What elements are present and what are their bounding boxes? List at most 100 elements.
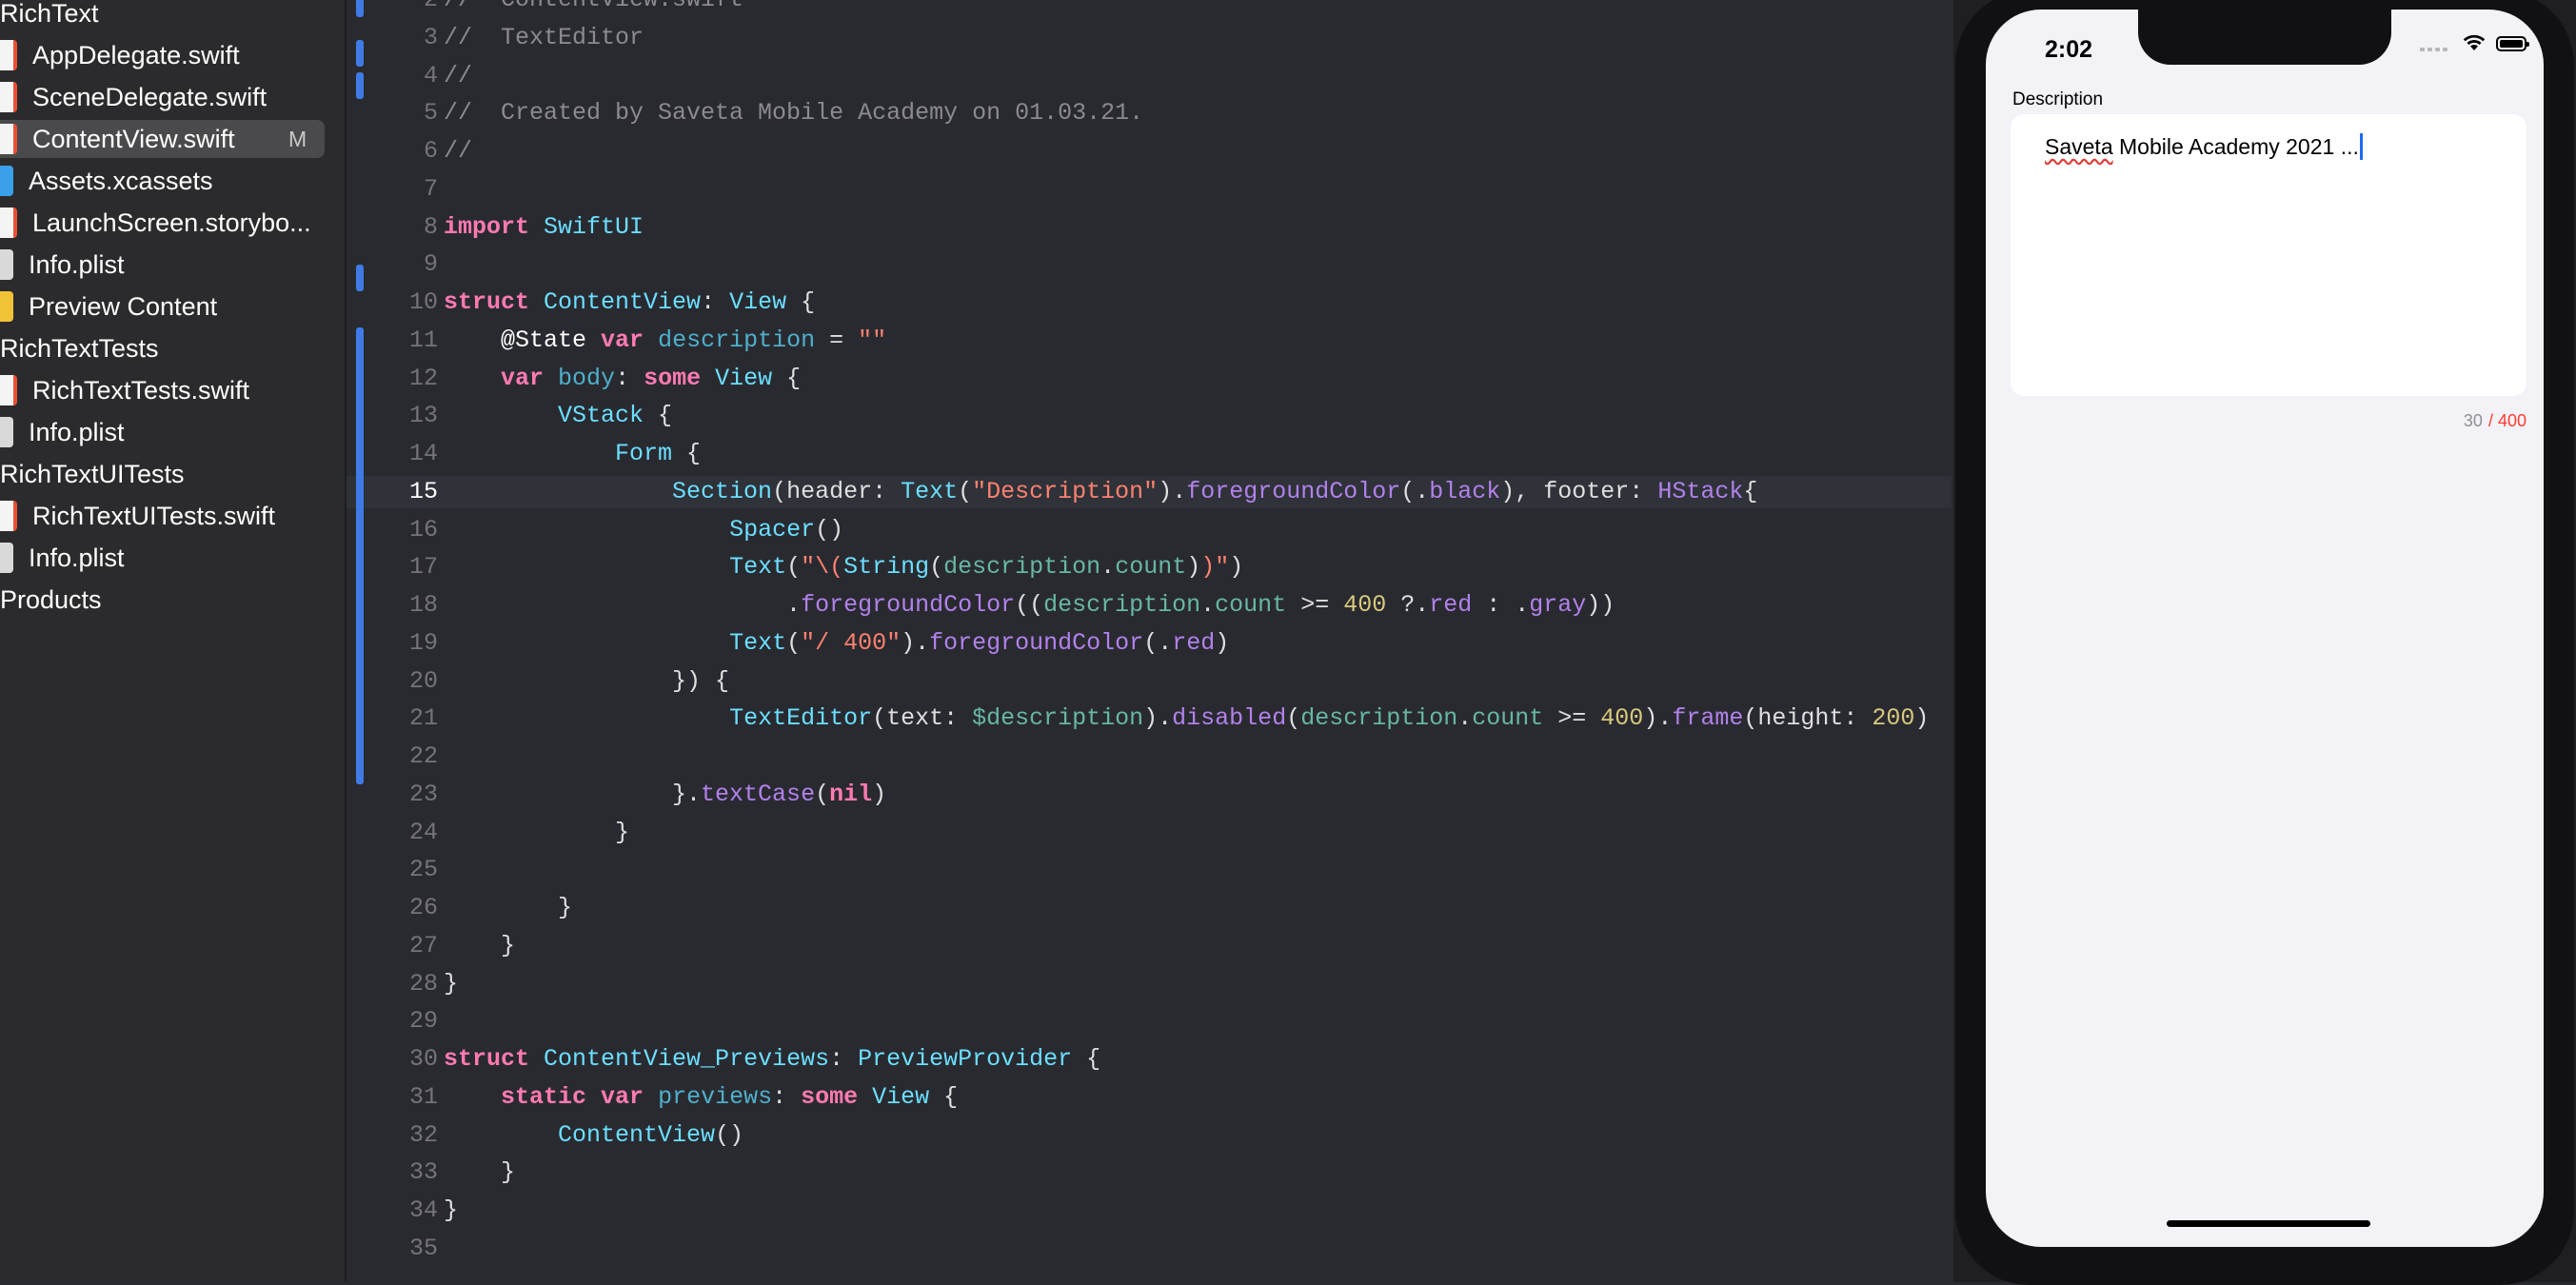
code-line[interactable]: 6// [347, 135, 1952, 168]
code-line[interactable]: 4// [347, 60, 1952, 92]
code-editor[interactable]: 2// ContentView.swift 3// TextEditor 4// 5/… [347, 0, 1952, 1282]
sidebar-item[interactable]: RichTextTests.swift [0, 371, 249, 409]
code-line[interactable]: 25 [347, 854, 1952, 886]
code-line[interactable]: 15 Section(header: Text("Description").f… [347, 475, 1952, 508]
sidebar-item-label: Products [0, 584, 102, 614]
iphone-screen[interactable]: 2:02 Description Saveta Mobile Academy 2… [1986, 10, 2544, 1247]
code-line[interactable]: 32 ContentView() [347, 1119, 1952, 1152]
code-line[interactable]: 23 }.textCase(nil) [347, 779, 1952, 811]
line-number: 13 [408, 402, 438, 430]
code-line[interactable]: 3// TextEditor [347, 22, 1952, 54]
sidebar-item[interactable]: AppDelegate.swift [0, 36, 240, 74]
sidebar-item[interactable]: Info.plist [0, 413, 125, 451]
sidebar-item[interactable]: Preview Content [0, 287, 217, 326]
code-text: .foregroundColor((description.count >= 4… [444, 591, 1615, 619]
code-line[interactable]: 34} [347, 1195, 1952, 1227]
code-line[interactable]: 31 static var previews: some View { [347, 1081, 1952, 1114]
code-line[interactable]: 20 }) { [347, 665, 1952, 698]
code-text: Form { [615, 440, 702, 467]
sidebar-item-label: Info.plist [29, 249, 125, 279]
project-navigator: RichText AppDelegate.swift SceneDelegate.s… [0, 0, 347, 1282]
code-text: @State var description = "" [501, 326, 887, 354]
code-line[interactable]: 16 Spacer() [347, 514, 1952, 546]
swift-file-icon [0, 82, 17, 112]
code-line[interactable]: 24 } [347, 817, 1952, 849]
line-number: 33 [408, 1158, 438, 1187]
sidebar-item-label: RichText [0, 0, 99, 28]
code-line[interactable]: 2 // ContentView.swift [347, 0, 1952, 16]
code-line[interactable]: 28} [347, 968, 1952, 1000]
sidebar-item[interactable]: RichTextTests [0, 329, 159, 367]
sidebar-item[interactable]: Info.plist [0, 539, 125, 577]
sidebar-item-label: RichTextTests.swift [32, 375, 250, 405]
character-count: 30 [2463, 411, 2483, 430]
text-editor-rest: Mobile Academy 2021 ... [2112, 134, 2359, 159]
change-marker [356, 0, 364, 17]
code-line[interactable]: 7 [347, 173, 1952, 206]
code-text: } [444, 969, 459, 998]
code-text: struct ContentView_Previews: PreviewProv… [444, 1045, 1101, 1073]
sidebar-item[interactable]: Info.plist [0, 246, 125, 284]
sidebar-item[interactable]: SceneDelegate.swift [0, 78, 267, 116]
code-text: } [444, 1158, 516, 1187]
sidebar-item[interactable]: RichText [0, 0, 99, 32]
sidebar-item[interactable]: Assets.xcassets [0, 162, 213, 200]
code-line[interactable]: 13 VStack { [347, 400, 1952, 432]
code-line[interactable]: 35 [347, 1233, 1952, 1265]
sidebar-item-label: LaunchScreen.storybo... [32, 208, 311, 237]
code-text: VStack { [558, 402, 673, 430]
code-line[interactable]: 8 import SwiftUI [347, 211, 1952, 244]
sidebar-item[interactable]: Products [0, 581, 102, 619]
plist-file-icon [0, 249, 13, 280]
code-line[interactable]: 22 [347, 741, 1952, 773]
code-text: // [444, 61, 473, 89]
plist-file-icon [0, 543, 13, 573]
code-line[interactable]: 12 var body: some View { [347, 363, 1952, 395]
line-number: 15 [408, 477, 438, 505]
sidebar-item-label: RichTextUITests [0, 459, 185, 488]
line-number: 2 [366, 0, 438, 16]
code-line[interactable]: 18 .foregroundColor((description.count >… [347, 589, 1952, 622]
line-number: 28 [408, 969, 438, 998]
text-editor[interactable]: Saveta Mobile Academy 2021 ... [2011, 114, 2526, 396]
status-time: 2:02 [2045, 36, 2093, 63]
code-line[interactable]: 11 @State var description = "" [347, 325, 1952, 357]
line-number: 18 [408, 591, 438, 619]
code-line[interactable]: 14 Form { [347, 438, 1952, 470]
code-line[interactable]: 29 [347, 1005, 1952, 1038]
code-line[interactable]: 10 struct ContentView: View { [347, 287, 1952, 319]
code-line[interactable]: 21 TextEditor(text: $description).disabl… [347, 702, 1952, 735]
line-number: 16 [408, 515, 438, 544]
simulator-panel: 2:02 Description Saveta Mobile Academy 2… [1953, 0, 2576, 1285]
code-line[interactable]: 33 } [347, 1156, 1952, 1189]
plist-file-icon [0, 417, 13, 447]
code-line[interactable]: 27 } [347, 930, 1952, 962]
line-number: 14 [408, 440, 438, 467]
sidebar-item-label: AppDelegate.swift [32, 40, 240, 69]
sidebar-item[interactable]: LaunchScreen.storybo... [0, 204, 311, 242]
line-number: 30 [408, 1045, 438, 1073]
wifi-icon [2463, 34, 2486, 50]
line-number: 3 [423, 23, 438, 51]
sidebar-item[interactable]: RichTextUITests.swift [0, 497, 275, 535]
line-number: 26 [408, 894, 438, 921]
swift-file-icon [0, 124, 17, 154]
line-number: 5 [423, 99, 438, 128]
sidebar-item-label: ContentView.swift [32, 124, 235, 153]
code-line[interactable]: 19 Text("/ 400").foregroundColor(.red) [347, 627, 1952, 660]
code-line[interactable]: 5// Created by Saveta Mobile Academy on … [347, 97, 1952, 129]
code-line[interactable]: 26 } [347, 892, 1952, 924]
text-editor-content[interactable]: Saveta Mobile Academy 2021 ... [2045, 133, 2363, 160]
swift-file-icon [0, 40, 17, 70]
sidebar-item-label: SceneDelegate.swift [32, 82, 268, 111]
code-line[interactable]: 9 [347, 248, 1952, 281]
code-line[interactable]: 17 Text("\(String(description.count))") [347, 551, 1952, 583]
code-line[interactable]: 30 struct ContentView_Previews: PreviewPr… [347, 1043, 1952, 1076]
sidebar-item[interactable]: RichTextUITests [0, 455, 185, 493]
code-text: ContentView() [558, 1120, 744, 1149]
line-number: 23 [408, 780, 438, 808]
line-number: 29 [408, 1007, 438, 1036]
swift-file-icon [0, 208, 17, 238]
line-number: 32 [408, 1120, 438, 1149]
sidebar-item[interactable]: ContentView.swift M [0, 120, 307, 158]
